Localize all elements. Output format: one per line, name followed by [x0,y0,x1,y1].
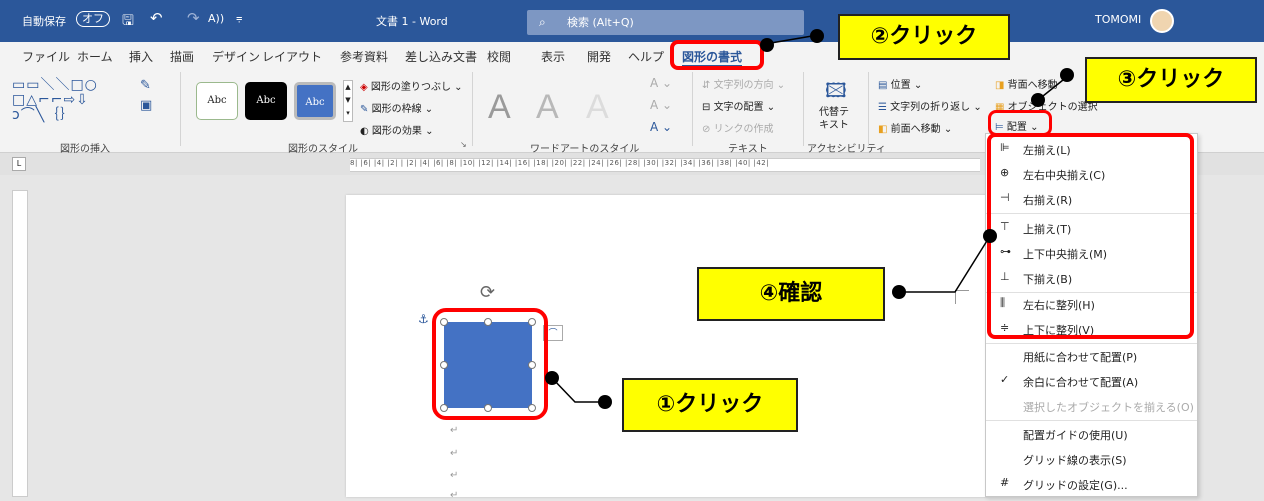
callout-step-1: ①クリック [622,378,798,432]
callout-dot [1060,68,1074,82]
callout-dot [598,395,612,409]
callout-step-3: ③クリック [1085,57,1257,103]
callout-step-2: ②クリック [838,14,1010,60]
callout-dot [983,229,997,243]
callout-dot [760,38,774,52]
callout-line [905,235,991,293]
callout-dot [545,371,559,385]
callout-dot [1031,93,1045,107]
highlight-shape-format-tab [670,40,764,70]
highlight-shape [432,308,548,420]
callout-step-4: ④確認 [697,267,885,321]
callout-line [551,377,605,403]
highlight-align-options [987,133,1194,339]
callout-dot [810,29,824,43]
callout-dot [892,285,906,299]
